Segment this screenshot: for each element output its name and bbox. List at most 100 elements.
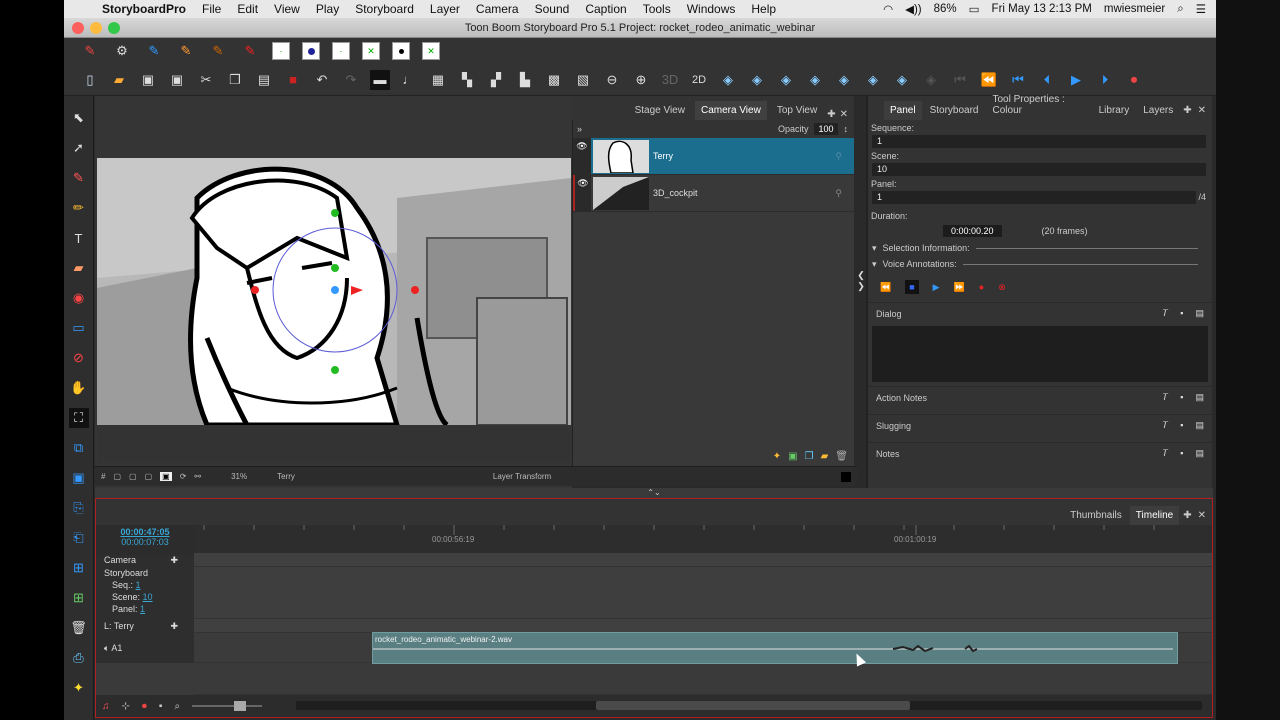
paint-icon[interactable]: ◉ bbox=[69, 288, 89, 308]
zoom-level[interactable]: 31% bbox=[231, 472, 247, 481]
battery-icon[interactable]: ▭ bbox=[969, 2, 980, 16]
close-view-icon[interactable]: ✕ bbox=[840, 109, 848, 120]
brush-icon[interactable]: ✎ bbox=[69, 168, 89, 188]
brush-dot-blue-icon[interactable] bbox=[302, 42, 320, 60]
storyboard-track[interactable] bbox=[194, 567, 1212, 619]
brush-size-icon[interactable]: · bbox=[272, 42, 290, 60]
menu-windows[interactable]: Windows bbox=[679, 2, 744, 16]
selection-info-toggle-icon[interactable]: ▾ bbox=[872, 243, 877, 254]
open-folder-icon[interactable]: ▰ bbox=[109, 70, 129, 90]
panel-collapse-arrows[interactable]: ❮ ❯ bbox=[856, 270, 866, 310]
first-panel-icon[interactable]: ⏮ bbox=[1008, 70, 1028, 90]
scene-link[interactable]: 10 bbox=[143, 592, 153, 602]
font-icon[interactable]: 𝑇 bbox=[1163, 308, 1169, 319]
close-timeline-icon[interactable]: ✕ bbox=[1196, 506, 1208, 525]
menu-camera[interactable]: Camera bbox=[468, 2, 527, 16]
voice-annotations-row[interactable]: ▾ Voice Annotations: bbox=[868, 256, 1212, 272]
list-icon[interactable]: ☰ bbox=[1196, 2, 1206, 16]
add-timeline-tab-icon[interactable]: ✚ bbox=[1181, 506, 1193, 525]
copy-icon[interactable]: ❐ bbox=[225, 70, 245, 90]
layer-lock-icon[interactable]: ⚲ bbox=[835, 188, 842, 199]
2d-icon[interactable]: 2D bbox=[689, 70, 709, 90]
ink-icon[interactable]: ⎘ bbox=[69, 498, 89, 518]
menu-sound[interactable]: Sound bbox=[527, 2, 578, 16]
zoom-window-button[interactable] bbox=[108, 22, 120, 34]
record-audio-icon[interactable]: ⏺ bbox=[142, 701, 147, 712]
paste-icon[interactable]: ▤ bbox=[254, 70, 274, 90]
close-window-button[interactable] bbox=[72, 22, 84, 34]
pencil-brown-icon[interactable]: ✎ bbox=[208, 41, 228, 61]
menu-icon[interactable]: ▤ bbox=[1195, 420, 1204, 431]
speaker-icon[interactable]: 🔈︎ bbox=[104, 643, 109, 653]
pencil-orange-icon[interactable]: ✎ bbox=[176, 41, 196, 61]
tab-library[interactable]: Library bbox=[1093, 101, 1136, 120]
dropper-icon[interactable]: ⊘ bbox=[69, 348, 89, 368]
pencil-red-icon[interactable]: ✎ bbox=[240, 41, 260, 61]
tab-panel[interactable]: Panel bbox=[884, 101, 922, 120]
add-vector-layer-icon[interactable]: ✦ bbox=[773, 451, 781, 462]
undo-icon[interactable]: ↶ bbox=[312, 70, 332, 90]
transform-icon[interactable]: ➚ bbox=[69, 138, 89, 158]
expand-icon[interactable]: ▪ bbox=[1180, 308, 1183, 319]
trash-icon[interactable]: 🗑 bbox=[69, 618, 89, 638]
layout-e-icon[interactable]: ▧ bbox=[573, 70, 593, 90]
voice-play-icon[interactable]: ▶ bbox=[933, 282, 940, 293]
slugging-section[interactable]: Slugging 𝑇 ▪ ▤ bbox=[868, 414, 1212, 436]
hand-icon[interactable]: ✋ bbox=[69, 378, 89, 398]
zoom-slider-handle[interactable] bbox=[234, 701, 247, 711]
layout-b-icon[interactable]: ▞ bbox=[486, 70, 506, 90]
pencil-blue-icon[interactable]: ✎ bbox=[144, 41, 164, 61]
seq-link[interactable]: 1 bbox=[136, 580, 141, 590]
audio-clip[interactable]: rocket_rodeo_animatic_webinar-2.wav bbox=[372, 632, 1178, 664]
cam-1-icon[interactable]: ◈ bbox=[718, 70, 738, 90]
layer-visibility[interactable]: 👁 bbox=[573, 175, 591, 211]
colour-swatch[interactable] bbox=[841, 471, 851, 482]
add-track-icon[interactable]: ▪ bbox=[159, 701, 163, 712]
next-panel-icon[interactable]: ⏵ bbox=[1095, 70, 1115, 90]
menu-play[interactable]: Play bbox=[308, 2, 347, 16]
grid-icon[interactable]: ▦ bbox=[428, 70, 448, 90]
font-icon[interactable]: 𝑇 bbox=[1163, 448, 1169, 459]
font-icon[interactable]: 𝑇 bbox=[1163, 420, 1169, 431]
selection-info-row[interactable]: ▾ Selection Information: bbox=[868, 240, 1212, 256]
splitter[interactable]: ⌃⌄ bbox=[95, 488, 1213, 498]
gear-icon[interactable]: ⚙ bbox=[112, 41, 132, 61]
menu-layer[interactable]: Layer bbox=[422, 2, 468, 16]
menu-icon[interactable]: ▤ bbox=[1195, 392, 1204, 403]
new-icon[interactable]: ▯ bbox=[80, 70, 100, 90]
brush-preset-2-icon[interactable]: ✕ bbox=[422, 42, 440, 60]
layer-track-label[interactable]: L: Terry ✚ bbox=[96, 619, 194, 633]
add-view-icon[interactable]: ✚ bbox=[827, 109, 835, 120]
sequence-field[interactable]: 1 bbox=[872, 135, 1206, 148]
user-name[interactable]: mwiesmeier bbox=[1104, 3, 1165, 15]
action-notes-section[interactable]: Action Notes 𝑇 ▪ ▤ bbox=[868, 386, 1212, 408]
cam-8-icon[interactable]: ◈ bbox=[921, 70, 941, 90]
layout-a-icon[interactable]: ▚ bbox=[457, 70, 477, 90]
menu-edit[interactable]: Edit bbox=[229, 2, 266, 16]
camera-track-label[interactable]: Camera ✚ bbox=[96, 555, 194, 567]
frame-icon[interactable]: ▣ bbox=[160, 472, 172, 481]
panel-link[interactable]: 1 bbox=[140, 604, 145, 614]
add-scene-icon[interactable]: ⊞ bbox=[69, 588, 89, 608]
menu-tools[interactable]: Tools bbox=[635, 2, 679, 16]
layer-row[interactable]: 👁 3D_cockpit ⚲ bbox=[573, 175, 854, 212]
zoom-slider[interactable] bbox=[192, 701, 263, 711]
record-icon[interactable]: ⏺ bbox=[1124, 70, 1144, 90]
brush-preset-icon[interactable]: ✕ bbox=[362, 42, 380, 60]
time-ruler[interactable]: 00:00:56:19 00:01:00:19 bbox=[194, 525, 1212, 555]
opacity-field[interactable]: 100 bbox=[814, 123, 838, 135]
eraser-icon[interactable]: ▰ bbox=[69, 258, 89, 278]
menu-storyboard[interactable]: Storyboard bbox=[347, 2, 422, 16]
empty-track[interactable] bbox=[194, 663, 1212, 695]
cut-icon[interactable]: ✂ bbox=[196, 70, 216, 90]
copy-layer-icon[interactable]: ⎗ bbox=[69, 528, 89, 548]
menu-icon[interactable]: ▤ bbox=[1195, 308, 1204, 319]
tab-top-view[interactable]: Top View bbox=[771, 101, 823, 120]
add-layer-key-icon[interactable]: ✚ bbox=[170, 619, 178, 633]
layer-visibility[interactable]: 👁 bbox=[573, 138, 591, 174]
battery-percent[interactable]: 86% bbox=[934, 3, 957, 15]
grid-toggle-icon[interactable]: # bbox=[101, 472, 105, 481]
tab-thumbnails[interactable]: Thumbnails bbox=[1064, 506, 1128, 525]
cam-7-icon[interactable]: ◈ bbox=[892, 70, 912, 90]
rotate-icon[interactable]: ⟳ bbox=[180, 472, 187, 481]
